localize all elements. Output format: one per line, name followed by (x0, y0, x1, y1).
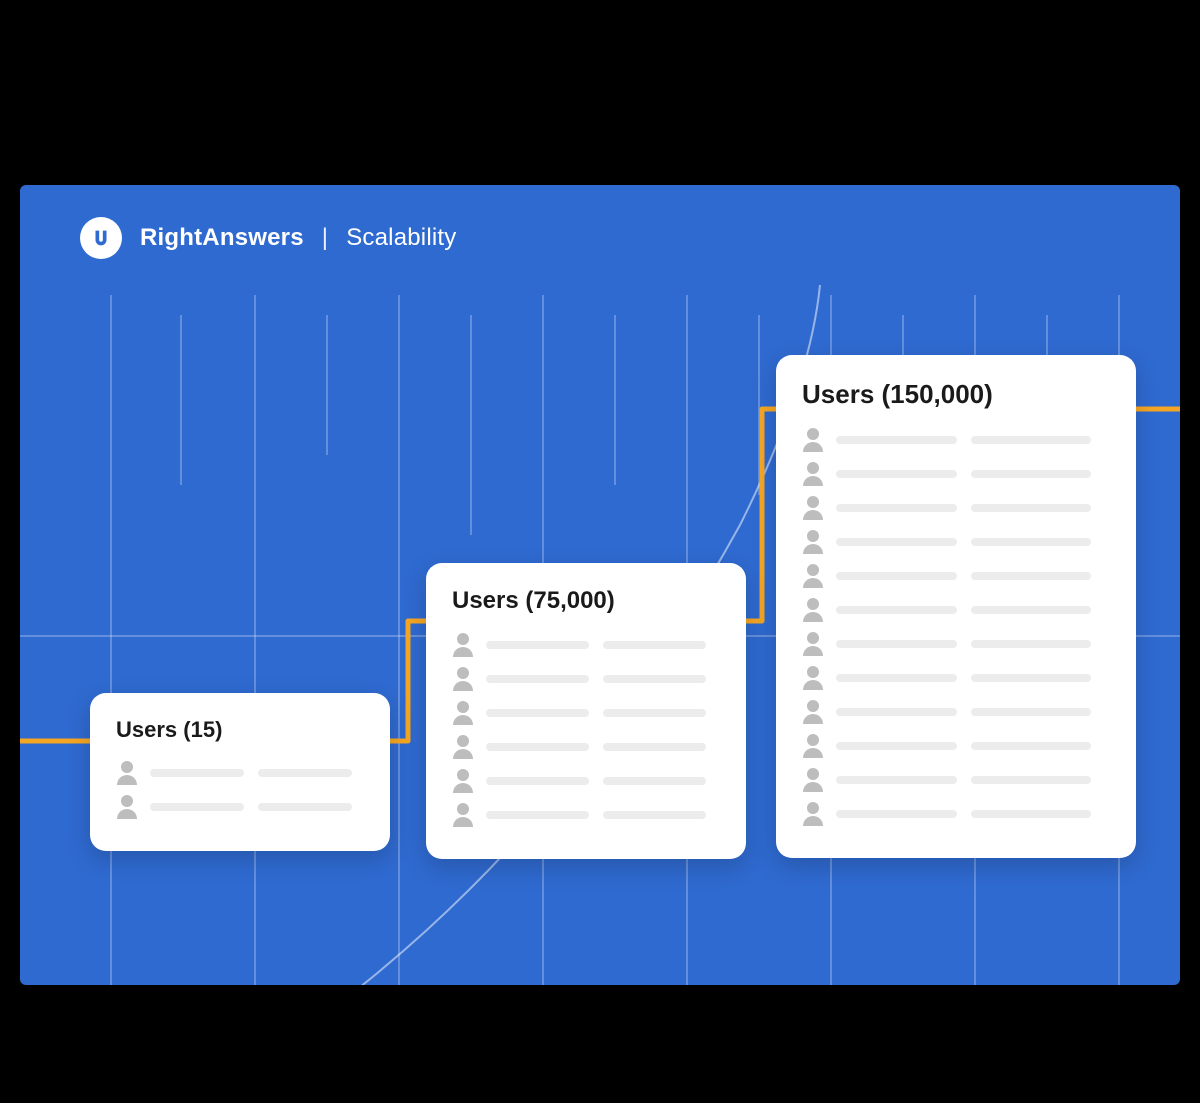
user-rows (452, 633, 720, 827)
person-icon (802, 666, 824, 690)
placeholder-lines (486, 803, 720, 819)
person-icon (452, 769, 474, 793)
person-icon (452, 701, 474, 725)
person-icon (802, 802, 824, 826)
users-card-small: Users (15) (90, 693, 390, 851)
person-icon (802, 462, 824, 486)
person-icon (802, 598, 824, 622)
list-item (452, 769, 720, 793)
placeholder-lines (486, 769, 720, 785)
person-icon (802, 768, 824, 792)
list-item (452, 701, 720, 725)
person-icon (452, 667, 474, 691)
placeholder-lines (486, 701, 720, 717)
user-rows (116, 761, 364, 819)
person-icon (802, 632, 824, 656)
list-item (802, 564, 1110, 588)
card-title: Users (150,000) (802, 379, 1110, 410)
list-item (802, 666, 1110, 690)
list-item (452, 633, 720, 657)
placeholder-lines (836, 598, 1110, 614)
person-icon (802, 496, 824, 520)
list-item (802, 734, 1110, 758)
section-title: Scalability (346, 224, 456, 252)
person-icon (452, 803, 474, 827)
placeholder-lines (836, 734, 1110, 750)
placeholder-lines (836, 496, 1110, 512)
users-card-large: Users (150,000) (776, 355, 1136, 858)
list-item (452, 803, 720, 827)
brand-logo-icon (80, 217, 122, 259)
person-icon (802, 564, 824, 588)
placeholder-lines (836, 632, 1110, 648)
placeholder-lines (836, 802, 1110, 818)
person-icon (452, 633, 474, 657)
list-item (802, 802, 1110, 826)
users-card-medium: Users (75,000) (426, 563, 746, 859)
list-item (802, 462, 1110, 486)
placeholder-lines (836, 666, 1110, 682)
brand-name: RightAnswers (140, 224, 304, 252)
card-title: Users (75,000) (452, 587, 720, 615)
person-icon (802, 734, 824, 758)
list-item (116, 761, 364, 785)
placeholder-lines (150, 795, 364, 811)
placeholder-lines (486, 735, 720, 751)
placeholder-lines (836, 428, 1110, 444)
person-icon (802, 700, 824, 724)
list-item (802, 428, 1110, 452)
card-title: Users (15) (116, 717, 364, 743)
header-divider: | (322, 224, 328, 252)
placeholder-lines (836, 462, 1110, 478)
placeholder-lines (486, 633, 720, 649)
placeholder-lines (836, 700, 1110, 716)
list-item (802, 530, 1110, 554)
list-item (802, 768, 1110, 792)
person-icon (802, 530, 824, 554)
placeholder-lines (486, 667, 720, 683)
placeholder-lines (836, 530, 1110, 546)
placeholder-lines (836, 768, 1110, 784)
list-item (452, 667, 720, 691)
list-item (802, 700, 1110, 724)
diagram-canvas: RightAnswers | Scalability Users (15) Us… (20, 185, 1180, 985)
list-item (802, 632, 1110, 656)
placeholder-lines (836, 564, 1110, 580)
list-item (452, 735, 720, 759)
person-icon (116, 761, 138, 785)
person-icon (116, 795, 138, 819)
list-item (116, 795, 364, 819)
person-icon (802, 428, 824, 452)
list-item (802, 496, 1110, 520)
user-rows (802, 428, 1110, 826)
header: RightAnswers | Scalability (80, 217, 456, 259)
placeholder-lines (150, 761, 364, 777)
list-item (802, 598, 1110, 622)
person-icon (452, 735, 474, 759)
